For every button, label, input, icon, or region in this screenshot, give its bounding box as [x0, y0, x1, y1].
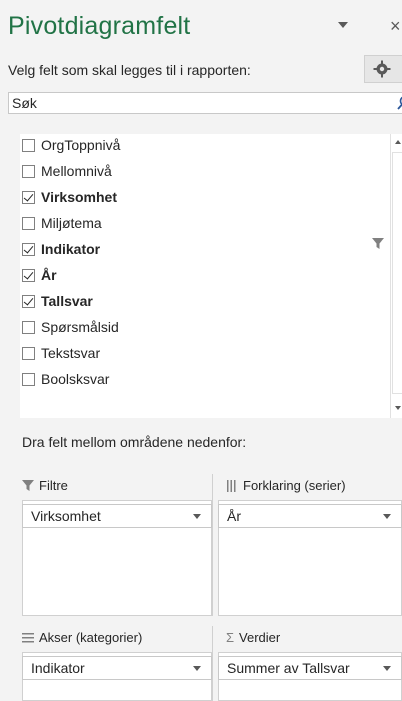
field-checkbox[interactable]	[22, 190, 35, 204]
chevron-down-icon[interactable]	[193, 514, 201, 519]
scroll-down-icon[interactable]	[395, 406, 401, 410]
pane-title: Pivotdiagramfelt	[8, 12, 191, 40]
filter-icon	[372, 238, 384, 249]
search-icon[interactable]	[397, 95, 402, 111]
settings-button[interactable]	[364, 55, 402, 83]
filter-field-pill[interactable]: Virksomhet	[22, 504, 212, 528]
area-divider	[212, 626, 213, 701]
field-item-virksomhet[interactable]: Virksomhet	[22, 186, 117, 208]
sigma-icon: Σ	[226, 630, 235, 645]
axis-area-label: Akser (kategorier)	[22, 630, 142, 645]
field-checkbox[interactable]	[22, 164, 35, 178]
pill-label: Summer av Tallsvar	[227, 660, 350, 676]
field-checkbox[interactable]	[22, 216, 35, 230]
scroll-thumb[interactable]	[392, 152, 402, 394]
chevron-down-icon[interactable]	[383, 514, 391, 519]
field-label: Tallsvar	[41, 293, 93, 309]
close-icon[interactable]: ×	[390, 16, 401, 37]
field-item-indikator[interactable]: Indikator	[22, 238, 100, 260]
filter-icon	[22, 479, 34, 491]
field-item-boolsksvar[interactable]: Boolsksvar	[22, 368, 109, 390]
pill-label: Virksomhet	[31, 508, 101, 524]
field-checkbox[interactable]	[22, 138, 35, 152]
field-item-orgtoppniva[interactable]: OrgToppnivå	[22, 134, 120, 156]
field-label: Mellomnivå	[41, 163, 112, 179]
field-item-miljotema[interactable]: Miljøtema	[22, 212, 102, 234]
chevron-down-icon[interactable]	[338, 22, 348, 28]
pane-subtitle: Velg felt som skal legges til i rapporte…	[8, 62, 251, 78]
field-list-scrollbar[interactable]	[390, 134, 402, 418]
columns-icon	[227, 479, 236, 492]
field-item-sporsmalsid[interactable]: Spørsmålsid	[22, 316, 119, 338]
gear-icon	[373, 60, 391, 78]
field-checkbox[interactable]	[22, 346, 35, 360]
chevron-down-icon[interactable]	[193, 666, 201, 671]
field-checkbox[interactable]	[22, 294, 35, 308]
values-area-label: Σ Verdier	[226, 630, 280, 645]
area-divider	[212, 474, 213, 616]
field-label: Tekstsvar	[41, 345, 101, 361]
pill-label: Indikator	[31, 660, 85, 676]
field-label: Virksomhet	[41, 189, 117, 205]
field-label: OrgToppnivå	[41, 137, 121, 153]
field-item-ar[interactable]: År	[22, 264, 57, 286]
axis-label: Akser (kategorier)	[39, 630, 143, 645]
scroll-up-icon[interactable]	[395, 140, 401, 144]
field-item-mellomniva[interactable]: Mellomnivå	[22, 160, 112, 182]
values-label: Verdier	[239, 630, 281, 645]
search-box	[8, 92, 402, 114]
field-item-tallsvar[interactable]: Tallsvar	[22, 290, 93, 312]
field-label: Boolsksvar	[41, 371, 110, 387]
search-input[interactable]	[9, 93, 372, 113]
filters-label: Filtre	[39, 478, 68, 493]
field-label: År	[41, 267, 57, 283]
filters-area-label: Filtre	[22, 478, 68, 493]
field-label: Spørsmålsid	[41, 319, 119, 335]
axis-field-pill[interactable]: Indikator	[22, 656, 212, 680]
field-checkbox[interactable]	[22, 268, 35, 282]
legend-label: Forklaring (serier)	[243, 478, 346, 493]
values-field-pill[interactable]: Summer av Tallsvar	[218, 656, 402, 680]
pill-label: År	[227, 508, 241, 524]
legend-field-pill[interactable]: År	[218, 504, 402, 528]
rows-icon	[22, 632, 34, 642]
field-checkbox[interactable]	[22, 320, 35, 334]
field-label: Indikator	[41, 241, 101, 257]
chevron-down-icon[interactable]	[383, 666, 391, 671]
field-checkbox[interactable]	[22, 242, 35, 256]
field-checkbox[interactable]	[22, 372, 35, 386]
legend-area-label: Forklaring (serier)	[226, 478, 346, 493]
field-item-tekstsvar[interactable]: Tekstsvar	[22, 342, 100, 364]
areas-heading: Dra felt mellom områdene nedenfor:	[22, 434, 247, 450]
field-label: Miljøtema	[41, 215, 102, 231]
